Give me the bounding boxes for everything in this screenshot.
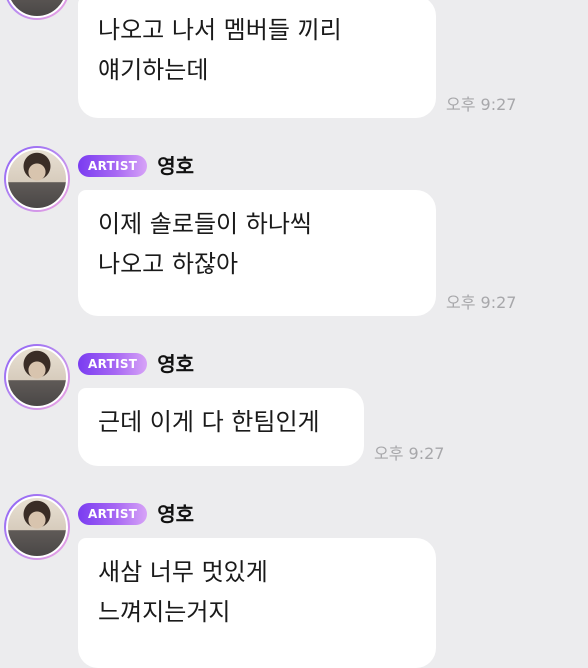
sender-name[interactable]: 영호	[157, 503, 194, 525]
sender-name[interactable]: 영호	[157, 353, 194, 375]
message-bubble[interactable]: 새삼 너무 멋있게 느껴지는거지	[78, 538, 436, 668]
message-text-line: 느껴지는거지	[98, 598, 231, 626]
avatar-photo	[6, 346, 68, 408]
sender-header: ARTIST 영호	[78, 353, 194, 375]
message-bubble[interactable]: 근데 이게 다 한팀인게	[78, 388, 364, 466]
sender-name[interactable]: 영호	[157, 155, 194, 177]
sender-header: ARTIST 영호	[78, 155, 194, 177]
artist-badge: ARTIST	[78, 353, 148, 375]
message-text-line: 새삼 너무 멋있게	[98, 558, 268, 586]
avatar-photo	[6, 0, 68, 18]
message-text-line: 나오고 나서 멤버들 끼리	[98, 16, 342, 44]
artist-avatar[interactable]	[4, 494, 70, 560]
avatar-photo	[6, 496, 68, 558]
message-timestamp: 오후 9:27	[446, 293, 517, 312]
artist-badge: ARTIST	[78, 155, 148, 177]
avatar-photo	[6, 148, 68, 210]
sender-header: ARTIST 영호	[78, 503, 194, 525]
artist-avatar[interactable]	[4, 146, 70, 212]
artist-avatar[interactable]	[4, 0, 70, 20]
message-text-line: 근데 이게 다 한팀인게	[98, 408, 320, 436]
message-text-line: 얘기하는데	[98, 56, 209, 84]
message-timestamp: 오후 9:27	[446, 95, 517, 114]
message-text-line: 나오고 하잖아	[98, 250, 239, 278]
message-text-line: 이제 솔로들이 하나씩	[98, 210, 312, 238]
artist-avatar[interactable]	[4, 344, 70, 410]
message-bubble[interactable]: 나오고 나서 멤버들 끼리 얘기하는데	[78, 0, 436, 118]
artist-badge: ARTIST	[78, 503, 148, 525]
message-bubble[interactable]: 이제 솔로들이 하나씩 나오고 하잖아	[78, 190, 436, 316]
chat-thread[interactable]: 나오고 나서 멤버들 끼리 얘기하는데 오후 9:27 ARTIST 영호 이제…	[0, 0, 588, 668]
message-timestamp: 오후 9:27	[374, 444, 445, 463]
